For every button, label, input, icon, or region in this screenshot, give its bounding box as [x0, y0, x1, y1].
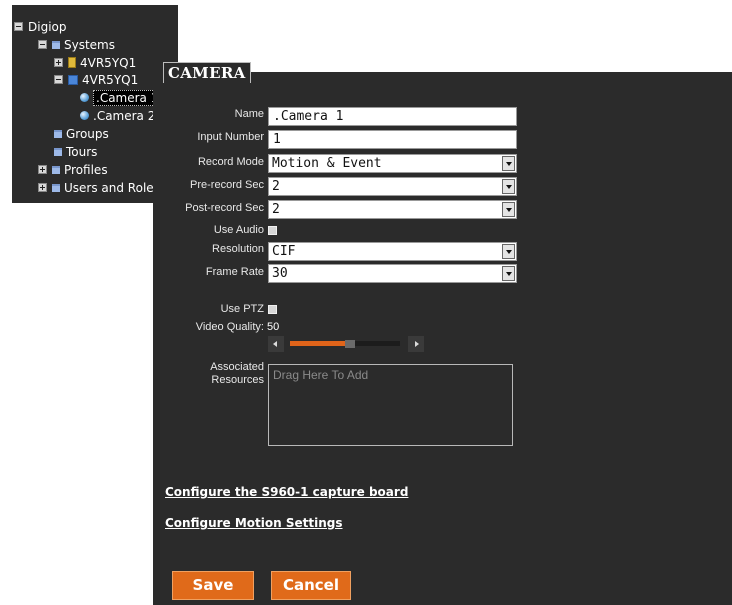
resolution-select[interactable]: CIF	[268, 242, 517, 261]
folder-icon	[54, 129, 62, 138]
associated-resources-label: Associated Resources	[124, 361, 264, 387]
expand-icon[interactable]	[38, 165, 47, 174]
input-number-label: Input Number	[197, 131, 264, 143]
pre-record-select[interactable]: 2	[268, 177, 517, 196]
associated-resources-dropzone[interactable]: Drag Here To Add	[268, 364, 513, 446]
cancel-button[interactable]: Cancel	[271, 571, 351, 600]
name-label: Name	[234, 108, 264, 120]
tree-node-profiles[interactable]: Profiles	[38, 162, 108, 179]
video-quality-label: Video Quality:	[195, 321, 264, 333]
slider-fill	[290, 341, 345, 346]
camera-icon	[80, 93, 89, 102]
tree-node-label: 4VR5YQ1	[80, 56, 137, 70]
tree-node-label: .Camera 1	[93, 90, 162, 106]
panel-title: Camera	[163, 62, 251, 83]
associated-resources-label-line1: Associated	[210, 361, 264, 373]
dropdown-arrow-icon[interactable]	[502, 244, 515, 259]
name-field[interactable]: .Camera 1	[268, 107, 517, 126]
post-record-select[interactable]: 2	[268, 200, 517, 219]
dropdown-arrow-icon[interactable]	[502, 266, 515, 281]
tree-node-label: Digiop	[28, 20, 67, 34]
record-mode-select[interactable]: Motion & Event	[268, 154, 517, 173]
dropdown-arrow-icon[interactable]	[502, 179, 515, 194]
slider-increase-button[interactable]	[408, 336, 424, 352]
camera-icon	[80, 111, 89, 120]
tree-node-label: Tours	[66, 145, 98, 159]
post-record-label: Post-record Sec	[185, 202, 264, 214]
collapse-icon[interactable]	[38, 40, 47, 49]
dropdown-arrow-icon[interactable]	[502, 156, 515, 171]
tree-node-label: Profiles	[64, 163, 108, 177]
video-quality-slider[interactable]	[290, 340, 400, 348]
use-ptz-checkbox[interactable]	[268, 305, 277, 314]
pre-record-value: 2	[272, 179, 280, 194]
resolution-value: CIF	[272, 244, 296, 259]
frame-rate-value: 30	[272, 266, 288, 281]
server-icon	[68, 57, 76, 68]
tree-node-groups[interactable]: Groups	[54, 126, 109, 143]
tree-node-digiop[interactable]: Digiop	[14, 19, 66, 36]
record-mode-value: Motion & Event	[272, 156, 382, 171]
tree-node-label: Systems	[64, 38, 115, 52]
collapse-icon[interactable]	[14, 22, 23, 31]
folder-icon	[52, 183, 60, 192]
folder-icon	[52, 40, 60, 49]
associated-resources-label-line2: Resources	[211, 374, 264, 386]
tree-node-camera-1[interactable]: .Camera 1	[80, 90, 162, 107]
use-audio-checkbox[interactable]	[268, 226, 277, 235]
use-ptz-label: Use PTZ	[220, 303, 264, 315]
configure-capture-board-link[interactable]: Configure the S960-1 capture board	[165, 485, 408, 499]
video-quality-value: 50	[267, 321, 280, 333]
post-record-value: 2	[272, 202, 280, 217]
slider-decrease-button[interactable]	[268, 336, 284, 352]
resolution-label: Resolution	[212, 243, 264, 255]
configure-motion-settings-link[interactable]: Configure Motion Settings	[165, 516, 343, 530]
tree-node-tours[interactable]: Tours	[54, 144, 97, 161]
tree-node-systems[interactable]: Systems	[38, 37, 115, 54]
save-button[interactable]: Save	[172, 571, 254, 600]
frame-rate-select[interactable]: 30	[268, 264, 517, 283]
tree-node-label: Groups	[66, 127, 109, 141]
expand-icon[interactable]	[38, 183, 47, 192]
expand-icon[interactable]	[54, 58, 63, 67]
pre-record-label: Pre-record Sec	[190, 179, 264, 191]
input-number-field[interactable]: 1	[268, 130, 517, 149]
dropdown-arrow-icon[interactable]	[502, 202, 515, 217]
tree-node-label: 4VR5YQ1	[82, 73, 139, 87]
use-audio-label: Use Audio	[213, 224, 264, 236]
panel-title-text: Camera	[168, 64, 246, 82]
collapse-icon[interactable]	[54, 75, 63, 84]
slider-thumb[interactable]	[345, 340, 355, 348]
record-mode-label: Record Mode	[197, 156, 264, 168]
frame-rate-label: Frame Rate	[205, 266, 264, 278]
tree-node-server-1[interactable]: 4VR5YQ1	[54, 55, 136, 72]
folder-icon	[54, 147, 62, 156]
server-icon	[68, 74, 78, 85]
tree-node-server-2[interactable]: 4VR5YQ1	[54, 72, 138, 89]
folder-icon	[52, 165, 60, 174]
